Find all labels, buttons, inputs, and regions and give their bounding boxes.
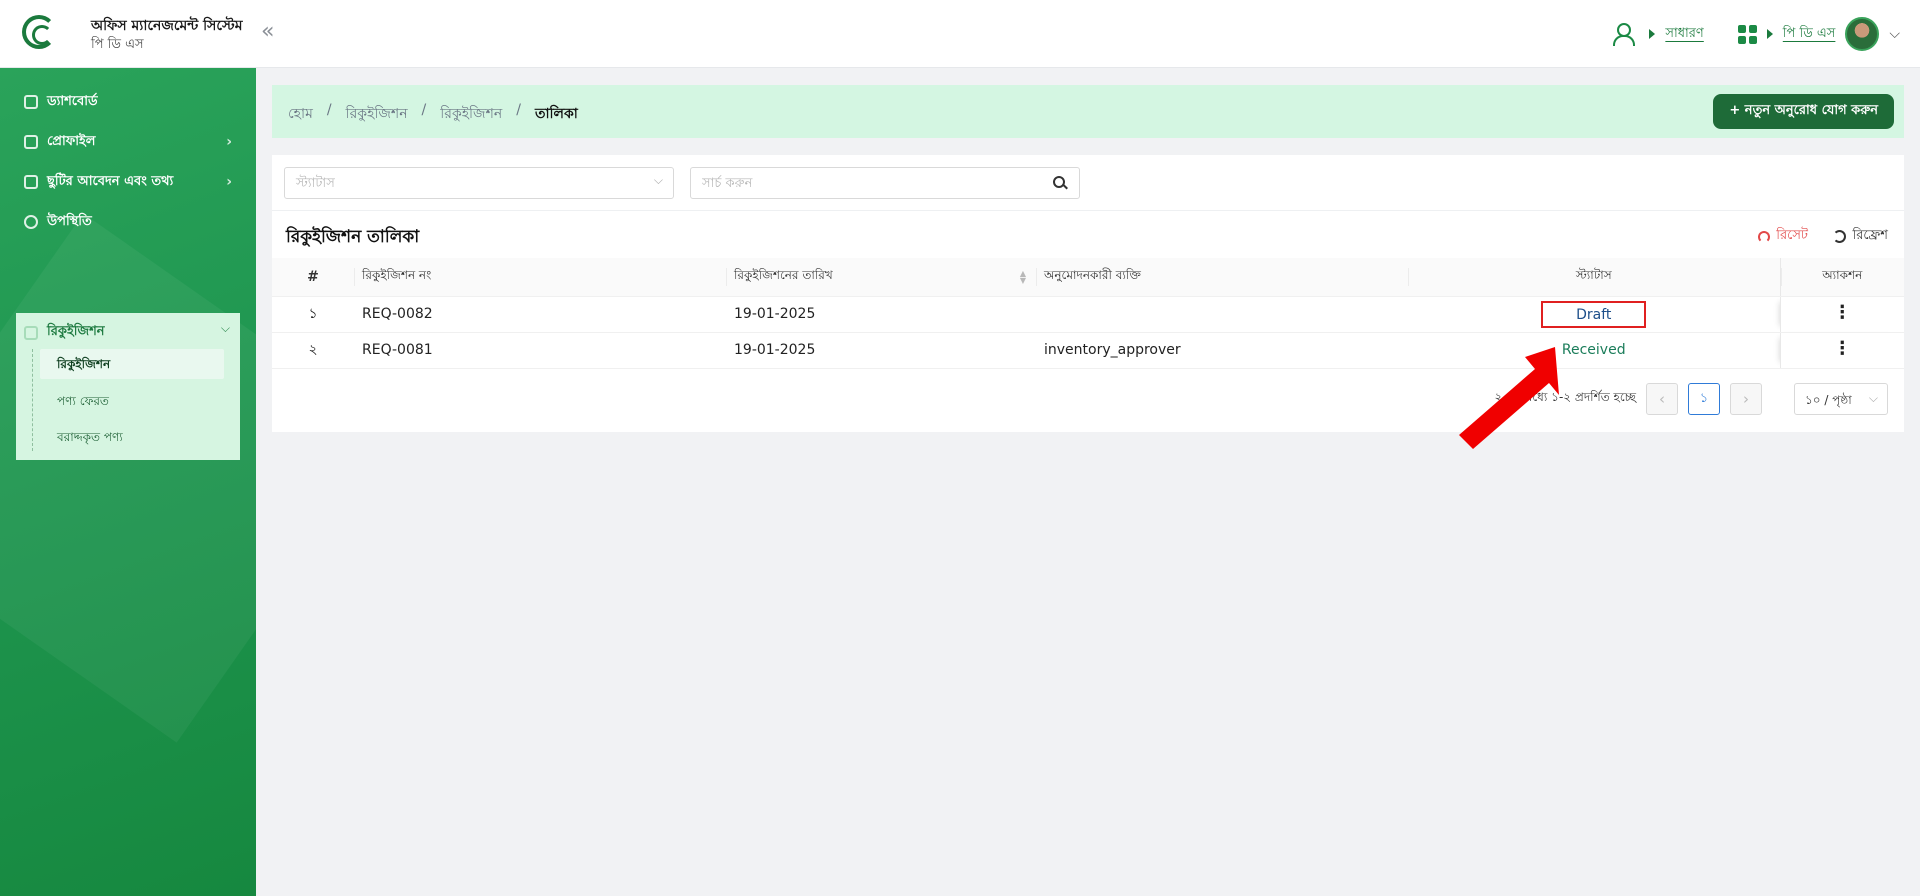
pagination: ২ এর মধ্যে ১-২ প্রদর্শিত হচ্ছে ‹ ১ › ১০ … (1494, 383, 1888, 415)
add-request-button[interactable]: + নতুন অনুরোধ যোগ করুন (1713, 94, 1894, 129)
requisition-icon (24, 325, 38, 340)
sidebar-item-label: ড্যাশবোর্ড (47, 93, 98, 109)
cell-date: 19-01-2025 (726, 332, 1036, 369)
app-logo[interactable] (22, 15, 56, 49)
requisition-list-card: রিকুইজিশন তালিকা রিসেট রিফ্রেশ # রিকুইজি… (272, 211, 1904, 432)
sidebar-item-label: ছুটির আবেদন এবং তথ্য (47, 173, 174, 189)
submenu-guide-line (32, 349, 33, 451)
cell-approver (1036, 296, 1408, 333)
cell-approver: inventory_approver (1036, 332, 1408, 369)
sidebar-item-requisition[interactable]: রিকুইজিশন (24, 322, 105, 343)
sidebar-item-leave[interactable]: ছুটির আবেদন এবং তথ্য › (24, 171, 232, 193)
cell-req-no: REQ-0082 (354, 296, 726, 333)
refresh-label: রিফ্রেশ (1852, 228, 1888, 243)
module-link[interactable]: পি ডি এস (1783, 24, 1836, 45)
col-header-date-label: রিকুইজিশনের তারিখ (734, 267, 833, 282)
cell-status: Draft (1408, 296, 1780, 333)
header-actions: সাধারণ পি ডি এস ⌵ (1613, 16, 1900, 52)
page-size-value: ১০ / পৃষ্ঠা (1805, 393, 1852, 407)
cell-status: Received (1408, 332, 1780, 369)
sidebar-item-label: প্রোফাইল (47, 133, 96, 149)
status-badge: Received (1561, 342, 1626, 358)
refresh-button[interactable]: রিফ্রেশ (1833, 226, 1888, 247)
caret-right-icon (1766, 29, 1773, 39)
chevron-down-icon[interactable]: ⌵ (1889, 26, 1900, 42)
sidebar-subitem-requisition[interactable]: রিকুইজিশন (57, 356, 110, 376)
reset-label: রিসেট (1776, 228, 1808, 243)
search-input[interactable] (691, 168, 1041, 198)
cell-req-no: REQ-0081 (354, 332, 726, 369)
refresh-icon (1833, 230, 1847, 243)
breadcrumb-current: তালিকা (534, 106, 578, 122)
apps-grid-icon[interactable] (1737, 24, 1757, 44)
cell-action: ⋮ (1779, 296, 1904, 333)
dashboard-icon (24, 95, 38, 109)
prev-page-button[interactable]: ‹ (1646, 383, 1678, 415)
cell-date: 19-01-2025 (726, 296, 1036, 333)
col-header-status: স্ট্যাটাস (1408, 258, 1780, 297)
sidebar-item-label: উপস্থিতি (47, 213, 92, 229)
page-size-select[interactable]: ১০ / পৃষ্ঠা ⌵ (1794, 383, 1888, 415)
status-select-placeholder: স্ট্যাটাস (296, 176, 335, 191)
chevron-right-icon: › (226, 134, 232, 150)
breadcrumb-separator: / (326, 102, 332, 118)
breadcrumb-requisition-2[interactable]: রিকুইজিশন (440, 102, 502, 126)
caret-right-icon (1649, 29, 1656, 39)
sidebar-item-profile[interactable]: প্রোফাইল › (24, 131, 232, 153)
sidebar-item-attendance[interactable]: উপস্থিতি (24, 211, 92, 233)
app-subtitle: পি ডি এস (91, 37, 144, 52)
col-header-date[interactable]: রিকুইজিশনের তারিখ ▲ ▼ (726, 258, 1036, 297)
sidebar-group-requisition: রিকুইজিশন ⌵ রিকুইজিশন পণ্য ফেরত বরাদ্দকৃ… (16, 313, 240, 460)
card-title: রিকুইজিশন তালিকা (286, 227, 420, 247)
breadcrumb-separator: / (421, 102, 427, 118)
user-switch-icon (1613, 22, 1639, 46)
sidebar: ড্যাশবোর্ড প্রোফাইল › ছুটির আবেদন এবং তথ… (0, 68, 256, 896)
cell-action: ⋮ (1779, 332, 1904, 369)
reset-button[interactable]: রিসেট (1758, 226, 1808, 247)
breadcrumb-bar: হোম / রিকুইজিশন / রিকুইজিশন / তালিকা + ন… (272, 85, 1904, 138)
page-button-current[interactable]: ১ (1688, 383, 1720, 415)
filter-bar: স্ট্যাটাস ⌵ (272, 155, 1904, 211)
search-icon[interactable] (1041, 168, 1079, 198)
more-actions-icon[interactable]: ⋮ (1833, 338, 1851, 359)
next-page-button[interactable]: › (1730, 383, 1762, 415)
table-row: ২ REQ-0081 19-01-2025 inventory_approver… (272, 332, 1904, 369)
cell-index: ১ (272, 296, 354, 333)
status-badge: Draft (1541, 300, 1647, 328)
avatar[interactable] (1845, 17, 1880, 51)
clock-icon (24, 215, 38, 229)
col-header-req-no: রিকুইজিশন নং (354, 258, 726, 297)
table-row: ১ REQ-0082 19-01-2025 Draft ⋮ (272, 296, 1904, 333)
sidebar-subitem-allocated-products[interactable]: বরাদ্দকৃত পণ্য (57, 429, 123, 449)
chevron-down-icon: ⌵ (1868, 391, 1878, 405)
top-header: অফিস ম্যানেজমেন্ট সিস্টেম পি ডি এস « সাধ… (0, 0, 1920, 68)
leave-icon (24, 175, 38, 189)
cell-index: ২ (272, 332, 354, 369)
profile-icon (24, 135, 38, 149)
col-header-approver: অনুমোদনকারী ব্যক্তি (1036, 258, 1408, 297)
breadcrumb: হোম / রিকুইজিশন / রিকুইজিশন / তালিকা (288, 102, 578, 126)
role-link[interactable]: সাধারণ (1665, 24, 1703, 45)
breadcrumb-separator: / (516, 102, 521, 118)
breadcrumb-home[interactable]: হোম (288, 102, 313, 126)
sort-icon[interactable]: ▲ ▼ (1020, 270, 1026, 285)
more-actions-icon[interactable]: ⋮ (1833, 302, 1851, 323)
reset-icon (1758, 230, 1771, 243)
requisition-table: # রিকুইজিশন নং রিকুইজিশনের তারিখ ▲ ▼ অনুম… (272, 258, 1904, 369)
chevron-right-icon: › (226, 174, 232, 190)
sidebar-item-label: রিকুইজিশন (47, 324, 105, 339)
col-header-index: # (272, 258, 354, 297)
chevron-down-icon[interactable]: ⌵ (221, 321, 230, 336)
pagination-summary: ২ এর মধ্যে ১-২ প্রদর্শিত হচ্ছে (1494, 390, 1637, 404)
breadcrumb-requisition[interactable]: রিকুইজিশন (346, 102, 408, 126)
search-box (690, 167, 1080, 199)
chevron-down-icon: ⌵ (653, 173, 663, 187)
sidebar-subitem-product-return[interactable]: পণ্য ফেরত (57, 393, 109, 413)
sidebar-item-dashboard[interactable]: ড্যাশবোর্ড (24, 91, 98, 113)
collapse-sidebar-icon[interactable]: « (261, 20, 274, 44)
col-header-action: অ্যাকশন (1779, 258, 1904, 297)
status-select[interactable]: স্ট্যাটাস ⌵ (284, 167, 674, 199)
table-header-row: # রিকুইজিশন নং রিকুইজিশনের তারিখ ▲ ▼ অনুম… (272, 258, 1904, 297)
